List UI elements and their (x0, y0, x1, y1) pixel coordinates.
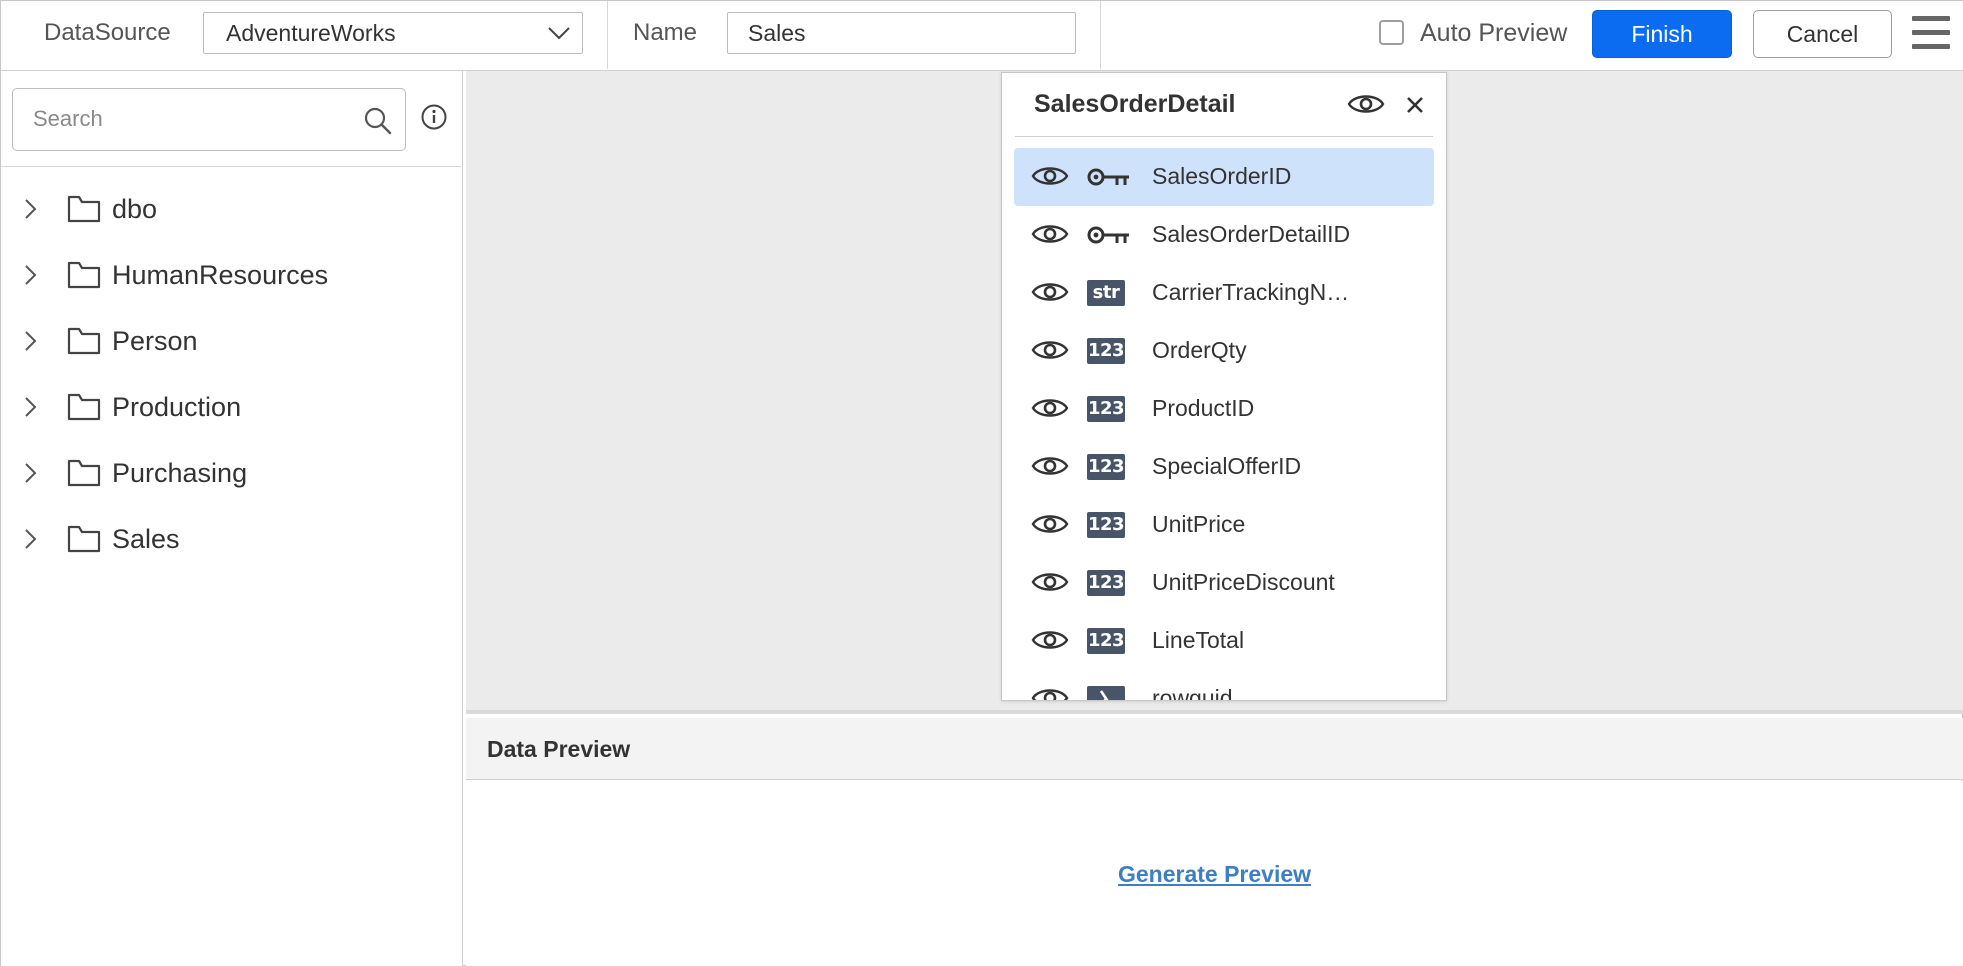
eye-icon[interactable] (1031, 336, 1069, 364)
eye-icon[interactable] (1031, 510, 1069, 538)
number-type-icon: 123 (1087, 570, 1125, 596)
column-row[interactable]: SalesOrderDetailID (1014, 206, 1434, 264)
eye-icon[interactable] (1031, 626, 1069, 654)
toolbar: DataSource AdventureWorks Name Auto Prev… (1, 1, 1963, 71)
tree-item-dbo[interactable]: dbo (1, 176, 461, 242)
column-row[interactable]: 123 SpecialOfferID (1014, 438, 1434, 496)
column-name: UnitPrice (1152, 511, 1246, 537)
tree-item-purchasing[interactable]: Purchasing (1, 440, 461, 506)
eye-icon[interactable] (1031, 568, 1069, 596)
toolbar-separator (607, 1, 608, 69)
column-list: SalesOrderID SalesOrderDetailID str Carr… (1002, 148, 1446, 701)
column-name: rowguid (1152, 685, 1233, 701)
tree-item-person[interactable]: Person (1, 308, 461, 374)
table-card-header: SalesOrderDetail (1002, 73, 1446, 136)
datasource-select[interactable]: AdventureWorks (203, 12, 583, 54)
datasource-label: DataSource (44, 19, 171, 46)
chevron-right-icon[interactable] (22, 395, 38, 419)
string-type-icon: str (1087, 280, 1125, 306)
data-preview-title: Data Preview (487, 736, 631, 762)
eye-icon[interactable] (1031, 162, 1069, 190)
column-name: SpecialOfferID (1152, 453, 1302, 479)
chevron-right-icon[interactable] (22, 197, 38, 221)
column-row[interactable]: 123 LineTotal (1014, 612, 1434, 670)
tree-item-label: Person (112, 326, 198, 356)
generate-preview-link[interactable]: Generate Preview (1118, 861, 1311, 887)
tree-item-label: dbo (112, 194, 158, 224)
column-row[interactable]: 123 UnitPrice (1014, 496, 1434, 554)
tree-item-label: Production (112, 392, 242, 422)
folder-icon (67, 195, 101, 223)
data-preview-body: Generate Preview (466, 781, 1963, 966)
tree-item-label: HumanResources (112, 260, 329, 290)
schema-tree: dbo HumanResources Person Production Pur (1, 176, 461, 572)
column-name: OrderQty (1152, 337, 1247, 363)
folder-icon (67, 261, 101, 289)
column-name: SalesOrderID (1152, 163, 1292, 189)
data-preview-header: Data Preview (466, 718, 1963, 780)
generate-preview-container: Generate Preview (466, 861, 1963, 888)
search-icon[interactable] (363, 106, 393, 136)
panel-divider (1, 166, 461, 167)
close-icon[interactable] (1405, 95, 1425, 115)
chevron-right-icon[interactable] (22, 263, 38, 287)
column-row[interactable]: 123 OrderQty (1014, 322, 1434, 380)
name-label: Name (633, 19, 698, 46)
eye-icon[interactable] (1031, 684, 1069, 701)
table-card[interactable]: SalesOrderDetail SalesOrderID SalesOrder… (1001, 72, 1447, 701)
tree-item-label: Sales (112, 524, 180, 554)
tree-item-production[interactable]: Production (1, 374, 461, 440)
toolbar-separator (1100, 1, 1101, 69)
column-row[interactable]: SalesOrderID (1014, 148, 1434, 206)
column-name: LineTotal (1152, 627, 1245, 653)
auto-preview-checkbox[interactable] (1379, 20, 1404, 45)
info-icon[interactable] (420, 103, 448, 131)
column-name: CarrierTrackingNumber (1152, 279, 1352, 305)
auto-preview-label: Auto Preview (1420, 19, 1568, 47)
column-row[interactable]: 123 ProductID (1014, 380, 1434, 438)
number-type-icon: 123 (1087, 396, 1125, 422)
cancel-button[interactable]: Cancel (1753, 10, 1892, 58)
key-icon (1087, 168, 1129, 186)
chevron-down-icon (548, 27, 570, 40)
folder-icon (67, 327, 101, 355)
column-row[interactable]: rowguid (1014, 670, 1434, 701)
column-name: SalesOrderDetailID (1152, 221, 1351, 247)
name-input[interactable] (727, 12, 1076, 54)
key-icon (1087, 226, 1129, 244)
number-type-icon: 123 (1087, 338, 1125, 364)
eye-icon[interactable] (1031, 394, 1069, 422)
column-name: ProductID (1152, 395, 1255, 421)
number-type-icon: 123 (1087, 454, 1125, 480)
eye-icon[interactable] (1031, 452, 1069, 480)
chevron-right-icon[interactable] (22, 461, 38, 485)
search-box[interactable] (12, 88, 406, 151)
eye-icon[interactable] (1031, 278, 1069, 306)
eye-icon[interactable] (1031, 220, 1069, 248)
menu-icon[interactable] (1912, 16, 1950, 50)
column-row[interactable]: 123 UnitPriceDiscount (1014, 554, 1434, 612)
chevron-right-icon[interactable] (22, 527, 38, 551)
tree-item-sales[interactable]: Sales (1, 506, 461, 572)
number-type-icon: 123 (1087, 628, 1125, 654)
column-row[interactable]: str CarrierTrackingNumber (1014, 264, 1434, 322)
guid-icon (1087, 686, 1125, 700)
datasource-value: AdventureWorks (226, 20, 396, 46)
number-type-icon: 123 (1087, 512, 1125, 538)
search-input[interactable] (33, 99, 353, 139)
app-window: DataSource AdventureWorks Name Auto Prev… (0, 0, 1963, 966)
tree-item-humanresources[interactable]: HumanResources (1, 242, 461, 308)
table-card-title: SalesOrderDetail (1034, 90, 1236, 118)
column-name: UnitPriceDiscount (1152, 569, 1335, 595)
chevron-right-icon[interactable] (22, 329, 38, 353)
finish-button[interactable]: Finish (1592, 10, 1732, 58)
schema-panel: dbo HumanResources Person Production Pur (1, 71, 463, 966)
folder-icon (67, 393, 101, 421)
card-divider (1015, 136, 1433, 137)
tree-item-label: Purchasing (112, 458, 248, 488)
folder-icon (67, 525, 101, 553)
folder-icon (67, 459, 101, 487)
eye-icon[interactable] (1347, 90, 1385, 118)
